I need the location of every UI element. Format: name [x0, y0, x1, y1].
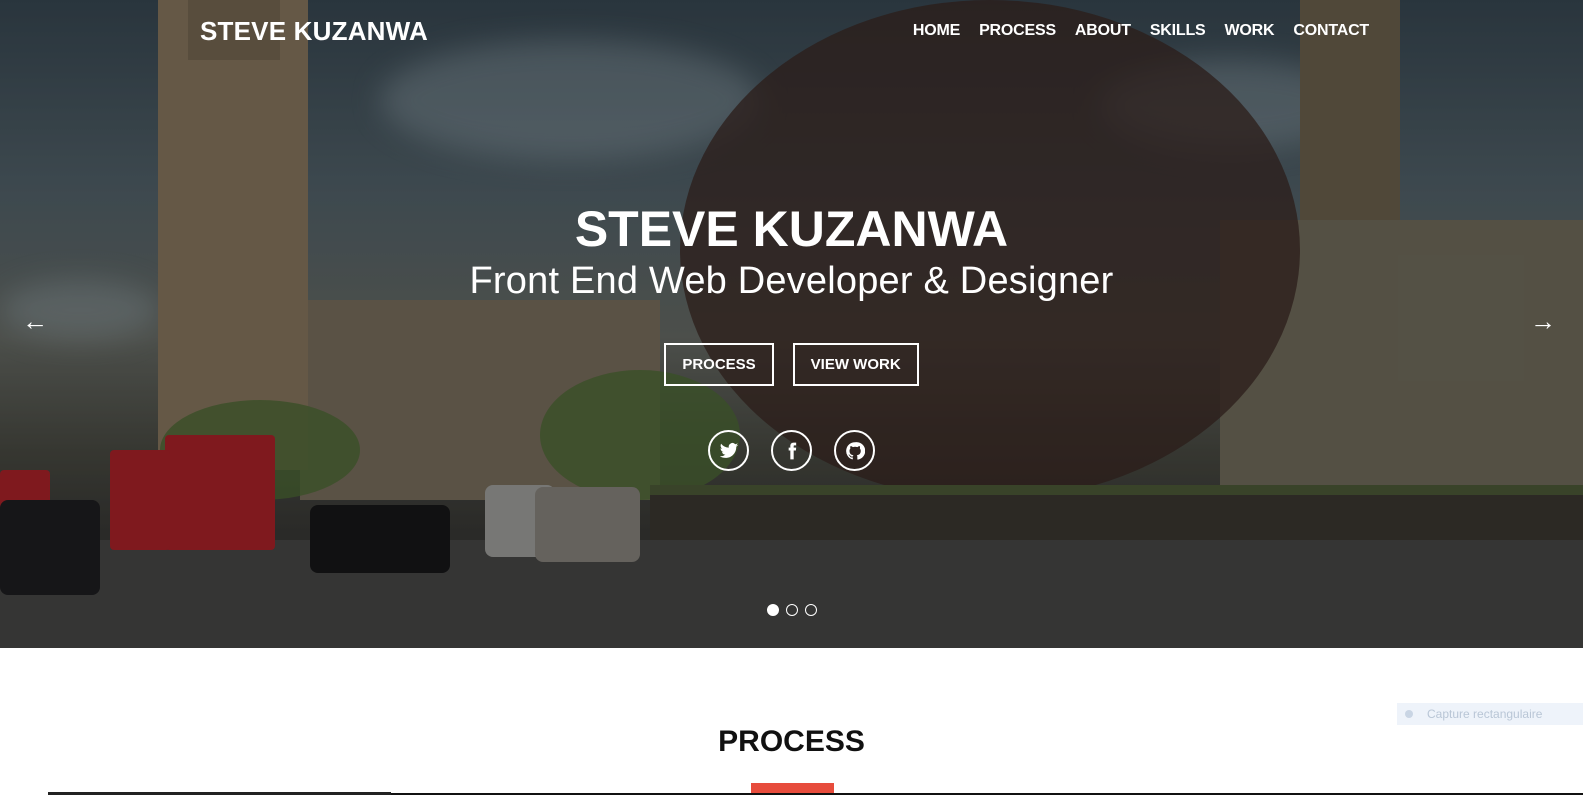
process-section-title: PROCESS [718, 725, 865, 758]
social-links [0, 430, 1583, 471]
hero-subtitle: Front End Web Developer & Designer [469, 260, 1114, 302]
carousel-dot-1[interactable] [766, 604, 779, 616]
carousel-prev-arrow[interactable]: ← [22, 306, 48, 337]
process-button[interactable]: PROCESS [664, 343, 774, 386]
facebook-link[interactable] [771, 430, 812, 471]
hero-overlay [0, 0, 1583, 648]
capture-overlay-badge: Capture rectangulaire [1397, 703, 1583, 725]
nav-home[interactable]: HOME [913, 22, 960, 40]
nav-skills[interactable]: SKILLS [1150, 22, 1206, 40]
view-work-button[interactable]: VIEW WORK [792, 343, 919, 386]
carousel-dot-2[interactable] [785, 604, 798, 616]
hero-carousel: STEVE KUZANWA HOME PROCESS ABOUT SKILLS … [0, 0, 1583, 648]
capture-label: Capture rectangulaire [1427, 707, 1543, 721]
nav-work[interactable]: WORK [1225, 22, 1275, 40]
carousel-indicators [0, 604, 1583, 616]
github-link[interactable] [834, 430, 875, 471]
hero-buttons: PROCESS VIEW WORK [0, 343, 1583, 386]
carousel-next-arrow[interactable]: → [1530, 306, 1556, 337]
twitter-link[interactable] [708, 430, 749, 471]
brand-logo[interactable]: STEVE KUZANWA [200, 16, 428, 47]
nav-about[interactable]: ABOUT [1075, 22, 1131, 40]
hero-title: STEVE KUZANWA [574, 201, 1009, 257]
carousel-dot-3[interactable] [804, 604, 817, 616]
github-icon [845, 441, 865, 460]
nav-process[interactable]: PROCESS [979, 22, 1056, 40]
main-nav: HOME PROCESS ABOUT SKILLS WORK CONTACT [913, 22, 1369, 40]
facebook-icon [788, 442, 796, 459]
nav-contact[interactable]: CONTACT [1293, 22, 1369, 40]
twitter-icon [719, 442, 738, 458]
capture-icon [1405, 710, 1413, 718]
